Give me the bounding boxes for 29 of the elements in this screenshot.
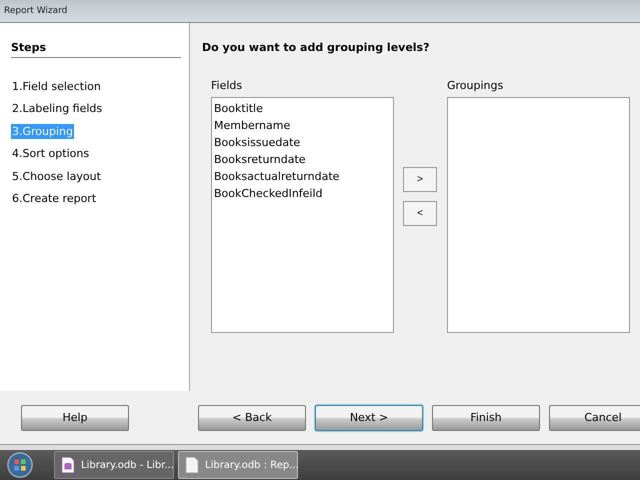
field-item[interactable]: BookCheckedInfeild [214, 184, 391, 202]
step-item[interactable]: 2.Labeling fields [11, 101, 104, 116]
document-icon [185, 456, 199, 474]
steps-heading: Steps [11, 40, 181, 58]
field-item[interactable]: Membername [214, 116, 391, 134]
step-item[interactable]: 1.Field selection [11, 78, 102, 94]
field-item[interactable]: Booksreturndate [214, 150, 391, 168]
taskbar-button[interactable]: Library.odb : Rep... [178, 451, 298, 480]
step-item[interactable]: 4.Sort options [11, 146, 90, 162]
step-item[interactable]: 5.Choose layout [11, 168, 102, 184]
wizard-button[interactable]: Next > [315, 404, 423, 431]
window-title: Report Wizard [4, 6, 68, 16]
start-button-icon[interactable] [6, 451, 34, 480]
wizard-button[interactable]: Cancel [549, 404, 640, 431]
wizard-button[interactable]: Finish [432, 404, 540, 431]
wizard-button[interactable]: Help [21, 404, 129, 431]
step-item[interactable]: 6.Create report [11, 191, 98, 206]
field-item[interactable]: Booksactualreturndate [214, 168, 391, 185]
taskbar-button[interactable]: Library.odb - Libr... [54, 451, 174, 480]
move-button[interactable]: < [403, 200, 437, 226]
question-heading: Do you want to add grouping levels? [202, 40, 430, 54]
field-item[interactable]: Booksissuedate [214, 134, 391, 151]
field-item[interactable]: Booktitle [214, 100, 391, 117]
database-document-icon [61, 456, 75, 474]
groupings-label: Groupings [447, 78, 504, 92]
move-button[interactable]: > [403, 166, 437, 192]
wizard-button[interactable]: < Back [198, 404, 306, 431]
fields-label: Fields [211, 78, 244, 92]
fields-list[interactable]: Booktitle Membername Booksissuedate Booksreturndate Booksactualreturndate BookCheckedInfeild [211, 96, 394, 333]
